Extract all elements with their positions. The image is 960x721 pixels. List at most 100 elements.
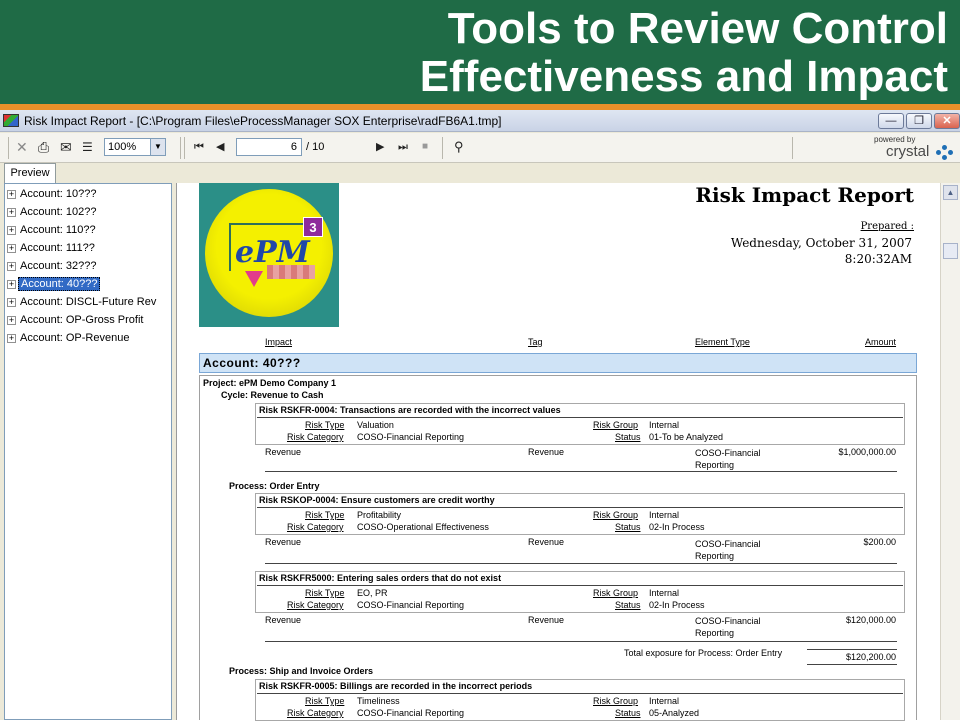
report-date: Wednesday, October 31, 2007 (730, 236, 912, 250)
tree-item-label[interactable]: Account: 40??? (18, 277, 101, 291)
process-label: Process: Order Entry (229, 481, 320, 491)
tree-item[interactable]: + Account: DISCL-Future Rev (7, 294, 158, 310)
toolbar-separator (442, 137, 443, 159)
column-header-impact: Impact (265, 337, 293, 347)
tree-item-label[interactable]: Account: 10??? (18, 188, 98, 200)
total-rule-bottom (807, 664, 897, 665)
risk-group-label: Risk Group (593, 588, 639, 598)
tree-item-label[interactable]: Account: OP-Revenue (18, 332, 131, 344)
risk-type-label: Risk Type (305, 588, 345, 598)
slide-title-line-2: Effectiveness and Impact (419, 52, 948, 101)
page-number-input[interactable]: 6 (236, 138, 302, 156)
crystal-dot (942, 155, 947, 160)
risk-type-value: Valuation (357, 420, 394, 430)
column-header-element-type: Element Type (695, 337, 750, 347)
tree-item[interactable]: + Account: OP-Gross Profit (7, 312, 145, 328)
next-page-icon[interactable]: ▶ (376, 139, 384, 155)
tree-item[interactable]: + Account: 10??? (7, 186, 98, 202)
row-rule (265, 471, 897, 472)
column-header-tag: Tag (528, 337, 543, 347)
previous-page-icon[interactable]: ◀ (216, 139, 224, 155)
status-value: 05-Analyzed (649, 708, 700, 718)
tree-item-selected[interactable]: + Account: 40??? (7, 276, 101, 292)
total-exposure-amount: $120,200.00 (845, 652, 896, 662)
expand-icon[interactable]: + (7, 333, 16, 343)
process-label: Process: Ship and Invoice Orders (229, 666, 374, 676)
crystal-logo: powered by crystal (872, 135, 958, 161)
status-value: 01-To be Analyzed (649, 432, 724, 442)
zoom-select[interactable]: 100% ▼ (104, 138, 166, 156)
element-type-value-2: Reporting (695, 551, 735, 561)
toolbar-separator (180, 137, 181, 159)
tab-preview[interactable]: Preview (4, 163, 56, 183)
risk-group-label: Risk Group (593, 696, 639, 706)
tree-item[interactable]: + Account: 32??? (7, 258, 98, 274)
risk-divider (257, 507, 903, 508)
element-type-value: COSO-Financial (695, 539, 761, 549)
close-report-icon[interactable]: ✕ (16, 139, 28, 155)
tree-item-label[interactable]: Account: 111?? (18, 242, 97, 254)
tree-item-label[interactable]: Account: DISCL-Future Rev (18, 296, 158, 308)
expand-icon[interactable]: + (7, 225, 16, 235)
last-page-icon[interactable]: ⏭ (398, 139, 408, 155)
toolbar-separator (792, 137, 793, 159)
risk-category-label: Risk Category (287, 522, 344, 532)
tree-item[interactable]: + Account: 110?? (7, 222, 98, 238)
account-group-header: Account: 40??? (199, 353, 917, 373)
expand-icon[interactable]: + (7, 315, 16, 325)
report-canvas[interactable]: ePM 3 Risk Impact Report Prepared : Wedn… (176, 183, 940, 721)
minimize-button[interactable]: — (878, 113, 904, 129)
scroll-up-icon[interactable]: ▲ (943, 185, 958, 200)
scroll-thumb[interactable] (943, 243, 958, 259)
expand-icon[interactable]: + (7, 243, 16, 253)
expand-icon[interactable]: + (7, 279, 16, 289)
epm-logo: ePM 3 (199, 183, 339, 327)
stop-icon[interactable]: ■ (422, 139, 428, 155)
close-button[interactable]: ✕ (934, 113, 960, 129)
risk-type-value: Profitability (357, 510, 402, 520)
risk-group-value: Internal (649, 420, 680, 430)
export-icon[interactable]: ✉ (60, 139, 72, 155)
tree-item-label[interactable]: Account: 102?? (18, 206, 98, 218)
risk-group-value: Internal (649, 510, 680, 520)
tree-item[interactable]: + Account: 111?? (7, 240, 97, 256)
window-titlebar[interactable]: Risk Impact Report - [C:\Program Files\e… (0, 110, 960, 132)
status-label: Status (615, 522, 641, 532)
cycle-label: Cycle: Revenue to Cash (221, 390, 324, 400)
expand-icon[interactable]: + (7, 261, 16, 271)
tag-value: Revenue (528, 447, 565, 457)
print-icon[interactable]: ⎙ (38, 139, 49, 155)
tree-item[interactable]: + Account: 102?? (7, 204, 98, 220)
group-tree: + Account: 10??? + Account: 102?? + Account… (4, 183, 172, 720)
report-title: Risk Impact Report (695, 183, 914, 207)
zoom-value: 100% (108, 141, 137, 153)
row-rule (265, 563, 897, 564)
element-type-value-2: Reporting (695, 628, 735, 638)
restore-button[interactable]: ❐ (906, 113, 932, 129)
tree-item-label[interactable]: Account: 32??? (18, 260, 98, 272)
tab-strip: Preview (0, 163, 960, 183)
logo-triangle (245, 271, 263, 287)
risk-type-label: Risk Type (305, 420, 345, 430)
slide-title-line-1: Tools to Review Control (447, 4, 948, 53)
risk-title: Risk RSKFR-0005: Billings are recorded i… (259, 681, 533, 691)
tree-item-label[interactable]: Account: 110?? (18, 224, 98, 236)
first-page-icon[interactable]: ⏮ (194, 139, 204, 155)
group-tree-toggle-icon[interactable]: ☰ (82, 139, 93, 155)
expand-icon[interactable]: + (7, 207, 16, 217)
project-label: Project: ePM Demo Company 1 (203, 378, 337, 388)
risk-category-value: COSO-Financial Reporting (357, 708, 465, 718)
status-value: 02-In Process (649, 522, 705, 532)
expand-icon[interactable]: + (7, 189, 16, 199)
risk-group-value: Internal (649, 696, 680, 706)
search-icon[interactable]: ⚲ (454, 139, 464, 155)
tree-item[interactable]: + Account: OP-Revenue (7, 330, 131, 346)
risk-title: Risk RSKFR-0004: Transactions are record… (259, 405, 561, 415)
vertical-scrollbar[interactable]: ▲ (940, 183, 960, 720)
logo-text: ePM (235, 235, 310, 270)
tree-item-label[interactable]: Account: OP-Gross Profit (18, 314, 145, 326)
toolbar-separator (184, 137, 185, 159)
crystal-brand: crystal (886, 143, 930, 160)
chevron-down-icon[interactable]: ▼ (150, 139, 165, 155)
expand-icon[interactable]: + (7, 297, 16, 307)
